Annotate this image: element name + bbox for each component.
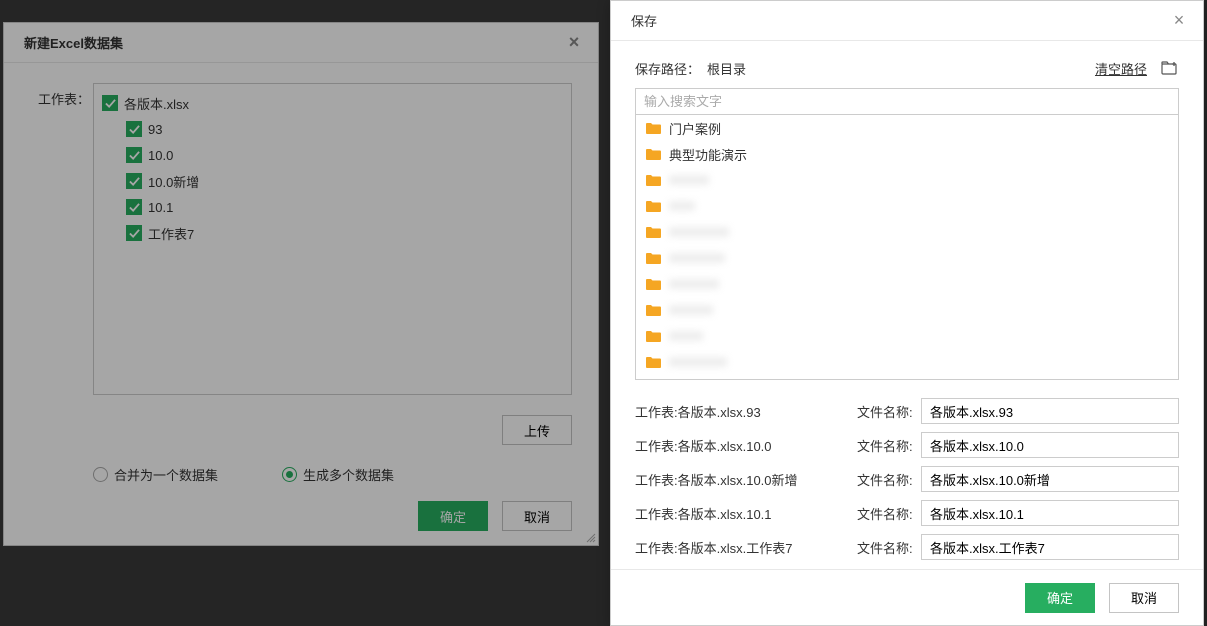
folder-label: 典型功能演示 [669, 145, 747, 164]
save-dialog-head: 保存 × [611, 1, 1203, 41]
redacted-label [669, 201, 695, 211]
filename-label: 文件名称: [857, 538, 921, 557]
folder-item-redacted[interactable] [636, 349, 1178, 375]
path-value: 根目录 [707, 59, 1095, 78]
folder-item[interactable]: 典型功能演示 [636, 141, 1178, 167]
folder-icon [646, 122, 661, 134]
close-icon[interactable]: × [1169, 10, 1189, 31]
filename-row: 工作表:各版本.xlsx.10.0新增文件名称: [635, 462, 1179, 496]
filename-label: 文件名称: [857, 402, 921, 421]
filename-input[interactable] [921, 432, 1179, 458]
filename-row: 工作表:各版本.xlsx.10.0文件名称: [635, 428, 1179, 462]
filename-input[interactable] [921, 466, 1179, 492]
folder-label: 门户案例 [669, 119, 721, 138]
redacted-label [669, 331, 703, 341]
path-label: 保存路径： [635, 59, 707, 78]
save-dialog: 保存 × 保存路径： 根目录 清空路径 门户案例典型功能演示 工作表:各版本.x… [610, 0, 1204, 626]
folder-icon [646, 330, 661, 342]
folder-item-redacted[interactable] [636, 219, 1178, 245]
folder-icon [646, 278, 661, 290]
folder-item-redacted[interactable] [636, 167, 1178, 193]
folder-item-redacted[interactable] [636, 323, 1178, 349]
folder-item-redacted[interactable] [636, 271, 1178, 297]
filename-label: 文件名称: [857, 504, 921, 523]
filename-input[interactable] [921, 534, 1179, 560]
redacted-label [669, 279, 719, 289]
folder-icon [646, 356, 661, 368]
sheet-label: 工作表:各版本.xlsx.10.0 [635, 436, 857, 455]
ok-button[interactable]: 确定 [1025, 583, 1095, 613]
redacted-label [669, 305, 713, 315]
folder-item-redacted[interactable] [636, 193, 1178, 219]
sheet-label: 工作表:各版本.xlsx.10.1 [635, 504, 857, 523]
folder-icon [646, 226, 661, 238]
clear-path-link[interactable]: 清空路径 [1095, 59, 1147, 78]
cancel-button[interactable]: 取消 [1109, 583, 1179, 613]
redacted-label [669, 253, 725, 263]
redacted-label [669, 357, 727, 367]
sheet-label: 工作表:各版本.xlsx.93 [635, 402, 857, 421]
filename-label: 文件名称: [857, 470, 921, 489]
folder-item-redacted[interactable] [636, 245, 1178, 271]
redacted-label [669, 227, 729, 237]
save-dialog-title: 保存 [631, 11, 657, 30]
filename-row: 工作表:各版本.xlsx.93文件名称: [635, 394, 1179, 428]
folder-icon [646, 148, 661, 160]
folder-icon [646, 304, 661, 316]
filename-input[interactable] [921, 398, 1179, 424]
folder-icon [646, 174, 661, 186]
new-folder-icon[interactable] [1161, 60, 1179, 78]
filename-section: 工作表:各版本.xlsx.93文件名称:工作表:各版本.xlsx.10.0文件名… [635, 380, 1179, 569]
folder-item-redacted[interactable] [636, 297, 1178, 323]
filename-input[interactable] [921, 500, 1179, 526]
folder-icon [646, 200, 661, 212]
search-input[interactable] [635, 88, 1179, 115]
folder-list[interactable]: 门户案例典型功能演示 [635, 115, 1179, 380]
sheet-label: 工作表:各版本.xlsx.工作表7 [635, 538, 857, 557]
sheet-label: 工作表:各版本.xlsx.10.0新增 [635, 470, 857, 489]
filename-row: 工作表:各版本.xlsx.10.1文件名称: [635, 496, 1179, 530]
folder-item[interactable]: 门户案例 [636, 115, 1178, 141]
folder-icon [646, 252, 661, 264]
filename-row: 工作表:各版本.xlsx.工作表7文件名称: [635, 530, 1179, 564]
filename-label: 文件名称: [857, 436, 921, 455]
redacted-label [669, 175, 709, 185]
